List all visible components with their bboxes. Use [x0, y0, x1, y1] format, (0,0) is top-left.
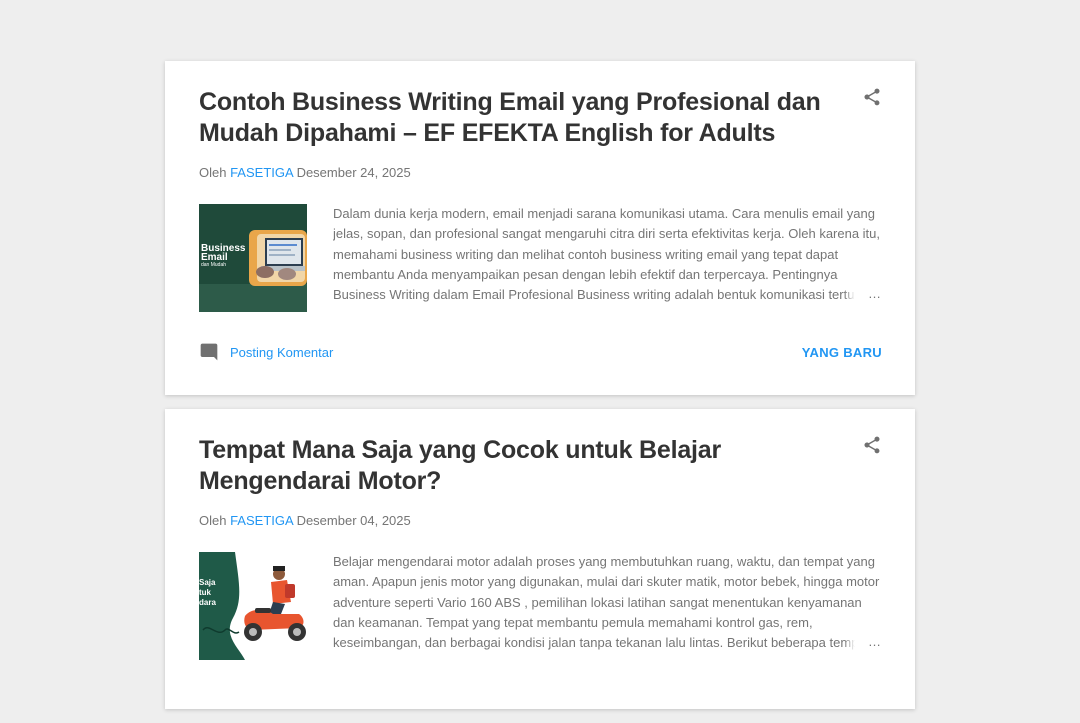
author-link[interactable]: FASETIGA	[230, 165, 293, 180]
snippet-ellipsis[interactable]: …	[844, 631, 881, 652]
comment-link[interactable]: Posting Komentar	[199, 342, 333, 362]
share-icon[interactable]	[862, 87, 882, 107]
post-card: Contoh Business Writing Email yang Profe…	[165, 61, 915, 395]
share-icon[interactable]	[862, 435, 882, 455]
comment-icon	[200, 343, 218, 361]
post-card: Tempat Mana Saja yang Cocok untuk Belaja…	[165, 409, 915, 709]
post-thumbnail[interactable]: Business Email dan Mudah	[199, 204, 307, 312]
blog-feed: Contoh Business Writing Email yang Profe…	[165, 61, 915, 723]
thumbnail-text-line: Email	[201, 252, 228, 263]
thumbnail-text-line: dan Mudah	[201, 262, 227, 268]
snippet-ellipsis[interactable]: …	[844, 283, 881, 304]
author-link[interactable]: FASETIGA	[230, 513, 293, 528]
post-title[interactable]: Contoh Business Writing Email yang Profe…	[199, 87, 839, 149]
thumbnail-text-line: tuk	[199, 588, 211, 597]
snippet-text: Belajar mengendarai motor adalah proses …	[333, 554, 880, 651]
post-byline: Oleh FASETIGA Desember 04, 2025	[199, 513, 881, 531]
post-snippet-row: Saja tuk dara Belajar mengendarai motor …	[199, 552, 881, 660]
post-snippet: Dalam dunia kerja modern, email menjadi …	[333, 204, 881, 306]
post-date: Desember 24, 2025	[296, 165, 411, 180]
post-thumbnail[interactable]: Saja tuk dara	[199, 552, 307, 660]
read-more-button[interactable]: YANG BARU	[802, 345, 882, 360]
post-snippet-row: Business Email dan Mudah Dalam dunia ker…	[199, 204, 881, 312]
post-title[interactable]: Tempat Mana Saja yang Cocok untuk Belaja…	[199, 435, 839, 497]
post-snippet: Belajar mengendarai motor adalah proses …	[333, 552, 881, 654]
byline-prefix: Oleh	[199, 165, 231, 180]
snippet-text: Dalam dunia kerja modern, email menjadi …	[333, 206, 881, 303]
post-date: Desember 04, 2025	[296, 513, 411, 528]
post-byline: Oleh FASETIGA Desember 24, 2025	[199, 165, 881, 183]
thumbnail-text-line: Saja	[199, 578, 216, 587]
comment-link-label: Posting Komentar	[230, 344, 334, 360]
post-footer: Posting Komentar YANG BARU	[199, 341, 882, 363]
byline-prefix: Oleh	[199, 513, 231, 528]
thumbnail-text-line: dara	[199, 598, 216, 607]
